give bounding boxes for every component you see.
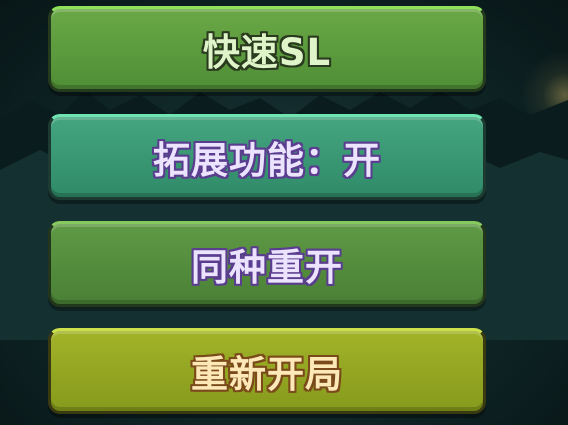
new-game-button[interactable]: 重新开局 xyxy=(48,328,486,414)
new-game-label: 重新开局 xyxy=(191,353,343,396)
same-seed-restart-label: 同种重开 xyxy=(191,246,343,289)
quick-sl-button[interactable]: 快速SL xyxy=(48,6,486,92)
same-seed-restart-button[interactable]: 同种重开 xyxy=(48,221,486,307)
extend-features-label: 拓展功能：开 xyxy=(153,139,381,182)
extend-features-toggle-button[interactable]: 拓展功能：开 xyxy=(48,114,486,200)
quick-sl-label: 快速SL xyxy=(202,31,332,74)
